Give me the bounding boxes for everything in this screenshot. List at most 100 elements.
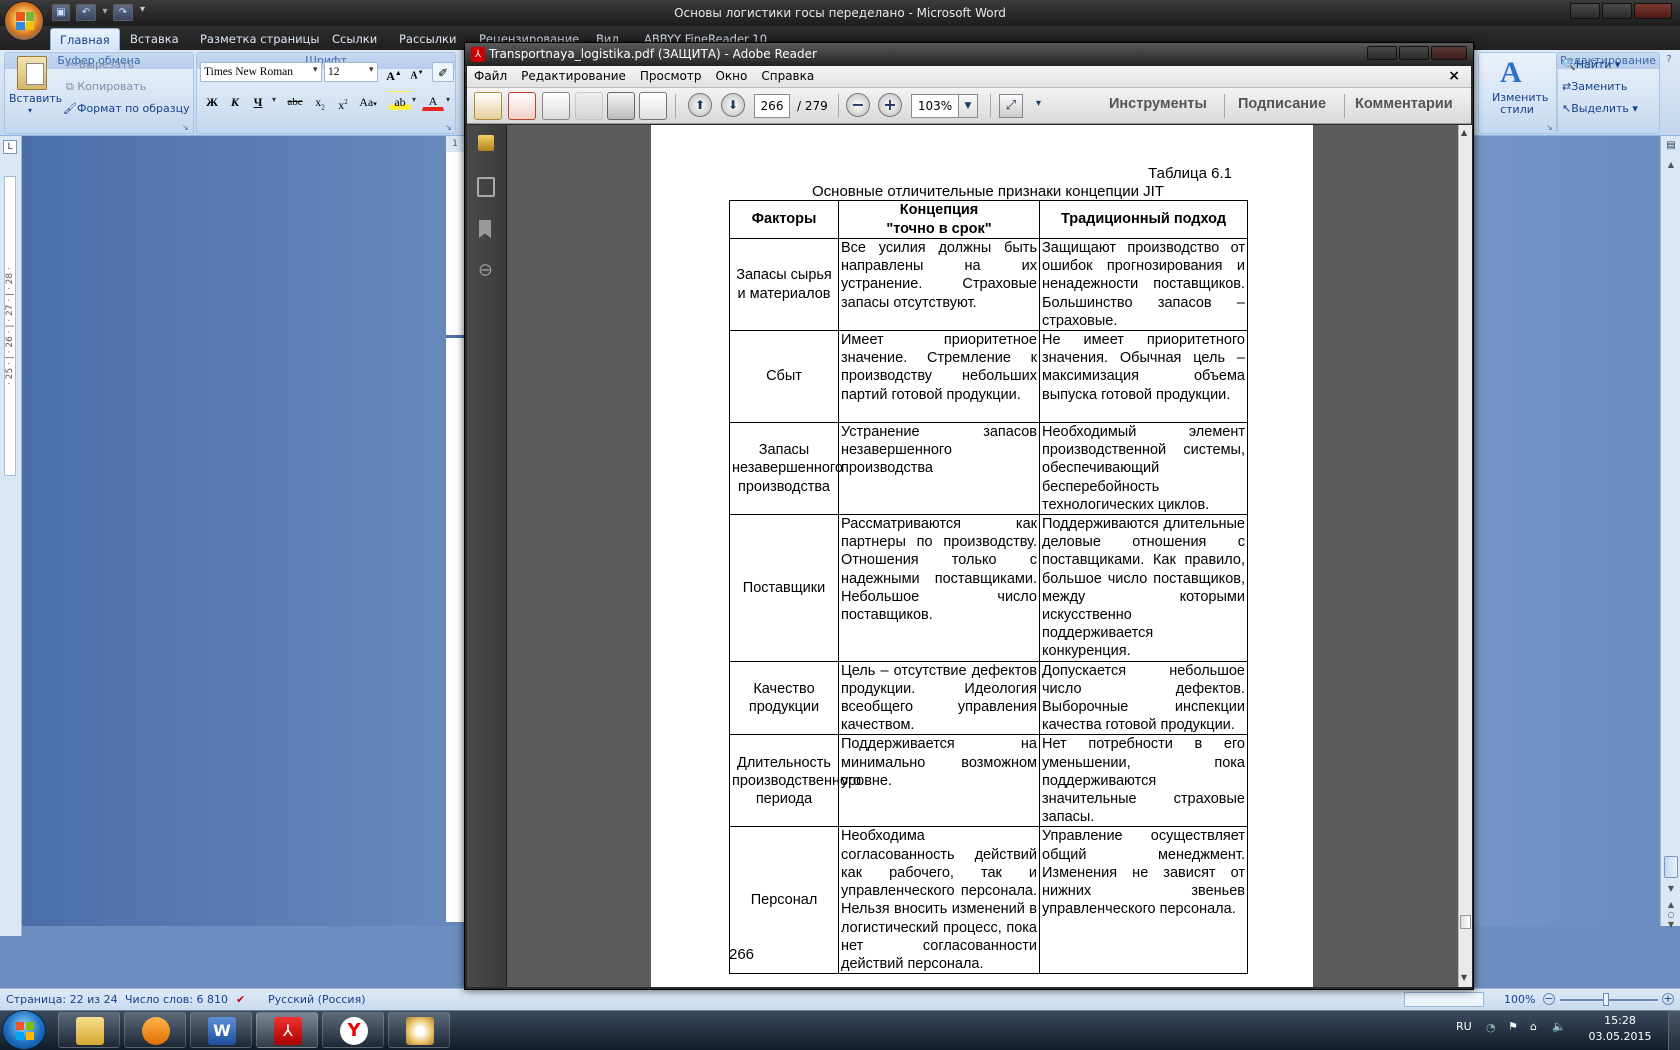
- show-desktop-button[interactable]: [1668, 1010, 1680, 1050]
- create-pdf-icon[interactable]: [508, 92, 536, 120]
- zoom-input[interactable]: 103%: [911, 94, 959, 118]
- undo-icon[interactable]: ↶: [76, 4, 96, 21]
- next-page-icon[interactable]: ▼: [1664, 920, 1678, 929]
- flag-icon[interactable]: ⚑: [1508, 1020, 1518, 1033]
- reader-maximize-button[interactable]: [1399, 46, 1429, 60]
- bookmarks-icon[interactable]: [479, 220, 491, 238]
- reader-close-button[interactable]: [1431, 46, 1467, 60]
- zoom-dropdown-icon[interactable]: ▼: [958, 94, 978, 118]
- font-color-icon[interactable]: A: [422, 91, 444, 111]
- office-button[interactable]: [4, 1, 44, 41]
- zoom-slider[interactable]: [1560, 999, 1658, 1001]
- quick-access-customize-icon[interactable]: ▾: [140, 4, 145, 15]
- taskbar-media-player[interactable]: [124, 1012, 186, 1048]
- tab-home[interactable]: Главная: [50, 28, 120, 50]
- shrink-font-button[interactable]: A▼: [406, 62, 428, 82]
- italic-button[interactable]: К: [224, 91, 246, 111]
- font-color-dropdown-icon[interactable]: ▾: [446, 95, 450, 104]
- taskbar-word[interactable]: W: [190, 1012, 252, 1048]
- tray-hidden-icon[interactable]: ◔: [1486, 1021, 1496, 1034]
- word-scroll-thumb[interactable]: [1664, 856, 1678, 878]
- tray-language[interactable]: RU: [1456, 1020, 1472, 1033]
- strikethrough-button[interactable]: abc: [284, 91, 306, 111]
- sign-link[interactable]: Подписание: [1238, 96, 1326, 112]
- clipboard-launcher-icon[interactable]: ↘: [182, 123, 189, 132]
- zoom-in-icon[interactable]: +: [1662, 993, 1674, 1005]
- cut-button[interactable]: ✂ Вырезать: [66, 58, 134, 71]
- superscript-button[interactable]: x2: [332, 91, 354, 112]
- zoom-in-icon[interactable]: +: [878, 93, 902, 117]
- taskbar-adobe-reader[interactable]: ⅄: [256, 1012, 318, 1048]
- change-styles-icon[interactable]: A: [1500, 56, 1522, 90]
- edit-pdf-icon[interactable]: [542, 92, 570, 120]
- paste-button[interactable]: Вставить: [9, 92, 62, 105]
- open-file-icon[interactable]: [474, 92, 502, 120]
- zoom-out-icon[interactable]: −: [846, 93, 870, 117]
- attachments-icon[interactable]: ⊘: [473, 257, 499, 283]
- zoom-out-icon[interactable]: −: [1543, 993, 1555, 1005]
- tools-link[interactable]: Инструменты: [1109, 96, 1207, 112]
- reader-scroll-thumb[interactable]: [1460, 915, 1471, 929]
- font-name-select[interactable]: Times New Roman: [200, 62, 322, 82]
- email-icon[interactable]: [639, 92, 667, 120]
- highlight-icon[interactable]: ab: [389, 91, 411, 111]
- word-minimize-button[interactable]: [1570, 3, 1600, 19]
- subscript-button[interactable]: x2: [309, 91, 331, 111]
- page-number-input[interactable]: 266: [754, 94, 790, 118]
- page-thumbnails-icon[interactable]: [477, 177, 495, 197]
- taskbar-explorer[interactable]: [58, 1012, 120, 1048]
- font-name-dropdown-icon[interactable]: ▾: [313, 65, 318, 75]
- menu-file[interactable]: Файл: [467, 66, 514, 87]
- status-zoom[interactable]: 100%: [1504, 989, 1535, 1010]
- word-vertical-scrollbar[interactable]: ▤ ▲ ▼ ▲ ○ ▼: [1660, 136, 1680, 929]
- change-case-button[interactable]: Aa▾: [357, 91, 379, 111]
- font-size-dropdown-icon[interactable]: ▾: [369, 65, 374, 75]
- word-close-button[interactable]: [1634, 3, 1672, 19]
- tab-selector-icon[interactable]: L: [3, 140, 17, 154]
- select-button[interactable]: ↖Выделить ▾: [1562, 102, 1638, 115]
- find-button[interactable]: 🔍Найти ▾: [1562, 58, 1620, 71]
- taskbar-yandex[interactable]: Y: [322, 1012, 384, 1048]
- status-word-count[interactable]: Число слов: 6 810: [125, 989, 228, 1010]
- status-page[interactable]: Страница: 22 из 24: [6, 989, 118, 1010]
- tab-insert[interactable]: Вставка: [121, 28, 188, 50]
- reader-scroll-down-icon[interactable]: ▼: [1461, 973, 1467, 982]
- menu-window[interactable]: Окно: [708, 66, 754, 87]
- view-buttons[interactable]: [1404, 992, 1484, 1007]
- spelling-icon[interactable]: ✔: [236, 989, 245, 1010]
- font-launcher-icon[interactable]: ↘: [445, 123, 452, 132]
- reader-vertical-scrollbar[interactable]: ▲ ▼: [1458, 125, 1472, 987]
- next-page-icon[interactable]: ⬇: [721, 93, 745, 117]
- taskbar-paint[interactable]: [388, 1012, 450, 1048]
- format-painter-button[interactable]: 🖌Формат по образцу: [63, 102, 190, 115]
- bold-button[interactable]: Ж: [201, 91, 223, 111]
- scroll-down-icon[interactable]: ▼: [1664, 884, 1678, 893]
- start-button[interactable]: [2, 1010, 46, 1050]
- close-document-icon[interactable]: ×: [1441, 66, 1467, 87]
- paste-icon[interactable]: [17, 56, 47, 90]
- menu-help[interactable]: Справка: [754, 66, 821, 87]
- print-icon[interactable]: [607, 92, 635, 120]
- browse-object-icon[interactable]: ○: [1664, 910, 1678, 919]
- underline-dropdown-icon[interactable]: ▾: [272, 95, 276, 104]
- reader-scroll-up-icon[interactable]: ▲: [1461, 128, 1467, 137]
- undo-dropdown-icon[interactable]: ▾: [100, 4, 110, 21]
- lock-icon[interactable]: [478, 135, 494, 151]
- grow-font-button[interactable]: A▲: [383, 62, 405, 83]
- tab-references[interactable]: Ссылки: [323, 28, 386, 50]
- word-maximize-button[interactable]: [1602, 3, 1632, 19]
- reader-minimize-button[interactable]: [1367, 46, 1397, 60]
- network-icon[interactable]: ⌂: [1530, 1020, 1537, 1033]
- clear-format-icon[interactable]: ✐: [432, 62, 454, 82]
- previous-page-icon[interactable]: ⬆: [688, 93, 712, 117]
- comments-link[interactable]: Комментарии: [1355, 96, 1453, 112]
- change-styles-button[interactable]: Изменить стили: [1492, 92, 1548, 116]
- toolbar-more-icon[interactable]: ▾: [1036, 98, 1041, 109]
- fit-page-icon[interactable]: ⤢: [999, 94, 1023, 118]
- tray-time[interactable]: 15:28: [1588, 1014, 1652, 1027]
- menu-view[interactable]: Просмотр: [633, 66, 709, 87]
- save-icon[interactable]: [575, 92, 603, 120]
- tab-mailings[interactable]: Рассылки: [390, 28, 465, 50]
- tab-page-layout[interactable]: Разметка страницы: [191, 28, 328, 50]
- zoom-slider-thumb[interactable]: [1603, 993, 1609, 1006]
